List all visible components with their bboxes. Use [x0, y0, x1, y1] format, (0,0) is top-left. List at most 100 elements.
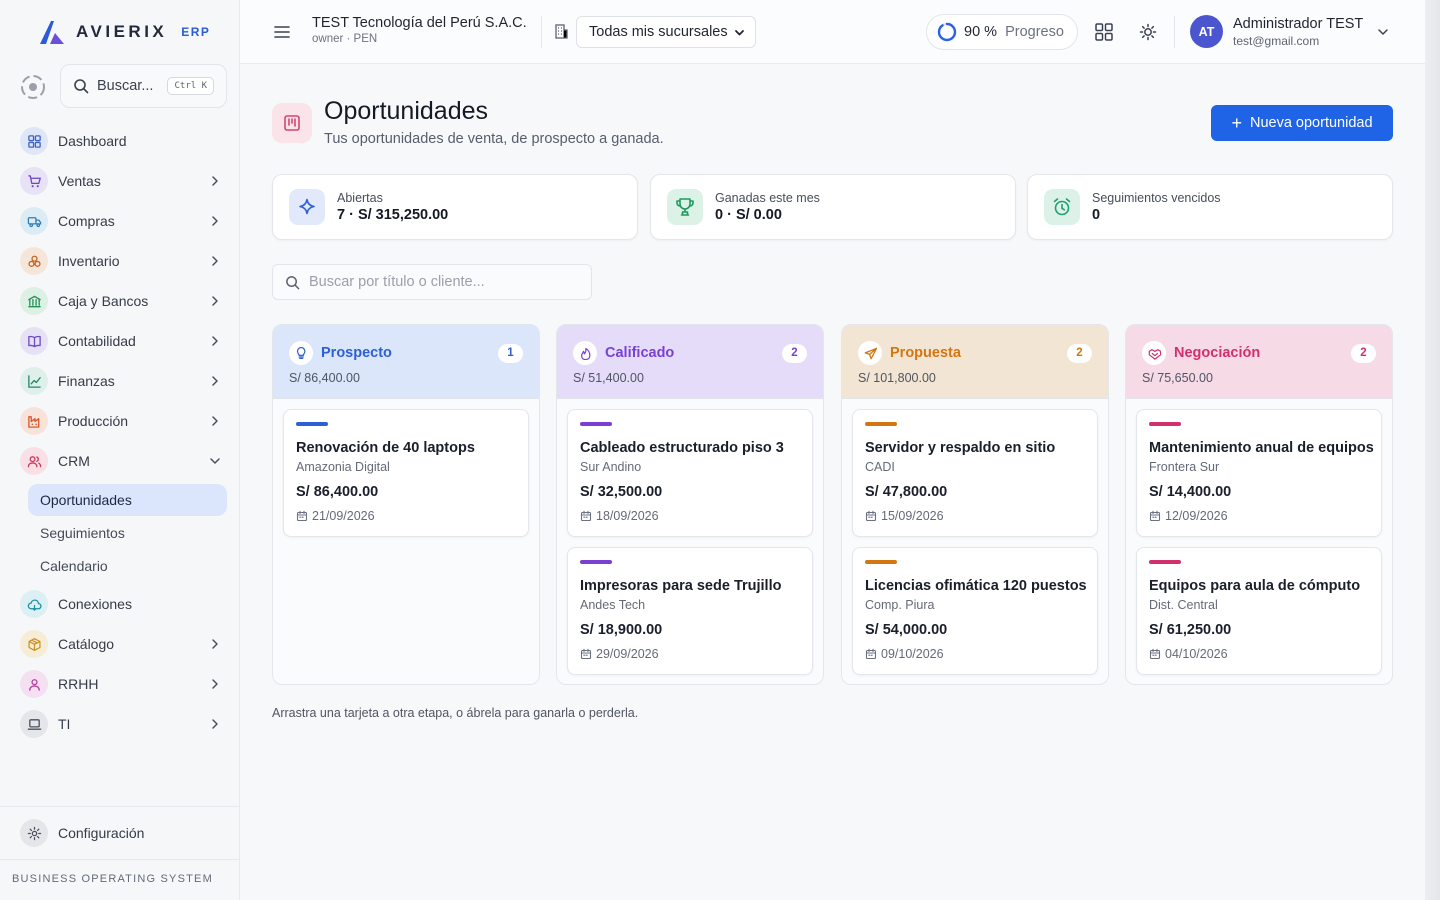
topbar: TEST Tecnología del Perú S.A.C. owner · …	[240, 0, 1425, 64]
menu-icon[interactable]	[273, 24, 291, 40]
setup-progress[interactable]: 90 % Progreso	[926, 14, 1078, 50]
card-date-row: 18/09/2026	[580, 509, 800, 523]
opportunity-card[interactable]: Renovación de 40 laptops Amazonia Digita…	[283, 409, 529, 537]
column-header: Calificado 2 S/ 51,400.00	[557, 325, 823, 399]
card-date: 15/09/2026	[881, 509, 944, 523]
book-icon	[20, 327, 48, 355]
card-date-row: 12/09/2026	[1149, 509, 1369, 523]
sidebar-item-crm[interactable]: CRM	[20, 441, 227, 481]
sidebar-item-compras[interactable]: Compras	[20, 201, 227, 241]
alarm-icon	[1044, 189, 1080, 225]
opportunity-card[interactable]: Impresoras para sede Trujillo Andes Tech…	[567, 547, 813, 675]
column-title: Propuesta	[890, 345, 961, 361]
card-title: Cableado estructurado piso 3	[580, 440, 784, 456]
opportunity-search-input[interactable]	[309, 274, 579, 290]
trophy-icon	[667, 189, 703, 225]
kanban-column-prospecto: Prospecto 1 S/ 86,400.00 Renovación de 4…	[272, 324, 540, 685]
sidebar-item-label: Producción	[58, 413, 129, 429]
column-total: S/ 101,800.00	[858, 371, 936, 385]
workspace-logo-icon[interactable]	[20, 74, 46, 100]
card-amount: S/ 14,400.00	[1149, 484, 1232, 500]
stat-value: 0 · S/ 0.00	[715, 207, 782, 223]
opportunity-search[interactable]	[272, 264, 592, 300]
chevron-right-icon	[212, 296, 218, 306]
column-total: S/ 51,400.00	[573, 371, 644, 385]
new-opportunity-button[interactable]: + Nueva oportunidad	[1211, 105, 1393, 141]
brand-suffix: ERP	[181, 25, 211, 39]
building-icon	[555, 24, 568, 39]
card-amount: S/ 32,500.00	[580, 484, 663, 500]
sidebar-item-produccion[interactable]: Producción	[20, 401, 227, 441]
sparkle-icon	[289, 189, 325, 225]
send-icon	[858, 341, 882, 365]
user-menu[interactable]: AT Administrador TEST test@gmail.com	[1190, 15, 1389, 48]
gear-icon	[20, 819, 48, 847]
user-email: test@gmail.com	[1233, 33, 1320, 48]
sidebar-divider	[0, 859, 240, 860]
apps-grid-icon[interactable]	[1094, 22, 1114, 42]
chevron-right-icon	[212, 336, 218, 346]
sidebar-divider	[0, 806, 240, 807]
sidebar-subitem-seguimientos[interactable]: Seguimientos	[28, 517, 227, 549]
sidebar-item-configuracion[interactable]: Configuración	[20, 813, 227, 853]
card-client: Sur Andino	[580, 460, 642, 474]
brand-logo[interactable]: AVIERIX ERP	[38, 19, 210, 45]
sidebar-item-ti[interactable]: TI	[20, 704, 227, 744]
sidebar-search[interactable]: Buscar... Ctrl K	[60, 64, 227, 108]
stat-label: Abiertas	[337, 191, 383, 205]
opportunity-card[interactable]: Cableado estructurado piso 3 Sur Andino …	[567, 409, 813, 537]
sidebar-item-inventario[interactable]: Inventario	[20, 241, 227, 281]
card-title: Equipos para aula de cómputo	[1149, 578, 1361, 594]
opportunity-card[interactable]: Equipos para aula de cómputo Dist. Centr…	[1136, 547, 1382, 675]
search-icon	[286, 275, 300, 289]
card-title: Servidor y respaldo en sitio	[865, 440, 1056, 456]
branch-select[interactable]: Todas mis sucursales	[576, 16, 756, 48]
sidebar-item-catalogo[interactable]: Catálogo	[20, 624, 227, 664]
sidebar-item-ventas[interactable]: Ventas	[20, 161, 227, 201]
sidebar-item-caja-y-bancos[interactable]: Caja y Bancos	[20, 281, 227, 321]
chevron-right-icon	[212, 416, 218, 426]
cloud-icon	[20, 590, 48, 618]
progress-ring-icon	[937, 22, 957, 42]
card-date-row: 09/10/2026	[865, 647, 1085, 661]
card-client: Frontera Sur	[1149, 460, 1220, 474]
sidebar-item-label: Configuración	[58, 825, 145, 841]
card-date-row: 29/09/2026	[580, 647, 800, 661]
cart-icon	[20, 167, 48, 195]
progress-percent: 90 %	[964, 24, 998, 40]
divider	[1174, 16, 1175, 48]
opportunity-card[interactable]: Servidor y respaldo en sitio CADI S/ 47,…	[852, 409, 1098, 537]
stat-value: 0	[1092, 207, 1101, 223]
opportunity-card[interactable]: Licencias ofimática 120 puestos Comp. Pi…	[852, 547, 1098, 675]
team-icon	[20, 670, 48, 698]
sidebar-item-label: Conexiones	[58, 596, 132, 612]
kanban-icon	[272, 103, 312, 143]
company-switcher[interactable]: TEST Tecnología del Perú S.A.C. owner · …	[312, 15, 527, 45]
sidebar-item-contabilidad[interactable]: Contabilidad	[20, 321, 227, 361]
sidebar-subitem-calendario[interactable]: Calendario	[28, 550, 227, 582]
board-hint: Arrastra una tarjeta a otra etapa, o ábr…	[272, 706, 639, 720]
sidebar-item-rrhh[interactable]: RRHH	[20, 664, 227, 704]
company-sub: owner · PEN	[312, 33, 378, 45]
sidebar-item-conexiones[interactable]: Conexiones	[20, 584, 227, 624]
chevron-right-icon	[212, 639, 218, 649]
sidebar-item-finanzas[interactable]: Finanzas	[20, 361, 227, 401]
card-date: 21/09/2026	[312, 509, 375, 523]
laptop-icon	[20, 710, 48, 738]
calendar-icon	[1149, 648, 1161, 660]
stat-value: 7 · S/ 315,250.00	[337, 207, 449, 223]
progress-label: Progreso	[1005, 24, 1064, 40]
opportunity-card[interactable]: Mantenimiento anual de equipos Frontera …	[1136, 409, 1382, 537]
sidebar-item-label: Catálogo	[58, 636, 115, 652]
chevron-right-icon	[212, 376, 218, 386]
theme-toggle-icon[interactable]	[1138, 22, 1158, 42]
sidebar-item-dashboard[interactable]: Dashboard	[20, 121, 227, 161]
boxes-icon	[20, 247, 48, 275]
kanban-column-negociacion: Negociación 2 S/ 75,650.00 Mantenimiento…	[1125, 324, 1393, 685]
card-date: 18/09/2026	[596, 509, 659, 523]
sidebar-subitem-oportunidades[interactable]: Oportunidades	[28, 484, 227, 516]
stat-card: Ganadas este mes 0 · S/ 0.00	[650, 174, 1016, 240]
column-header: Negociación 2 S/ 75,650.00	[1126, 325, 1392, 399]
calendar-icon	[296, 510, 308, 522]
card-date-row: 04/10/2026	[1149, 647, 1369, 661]
